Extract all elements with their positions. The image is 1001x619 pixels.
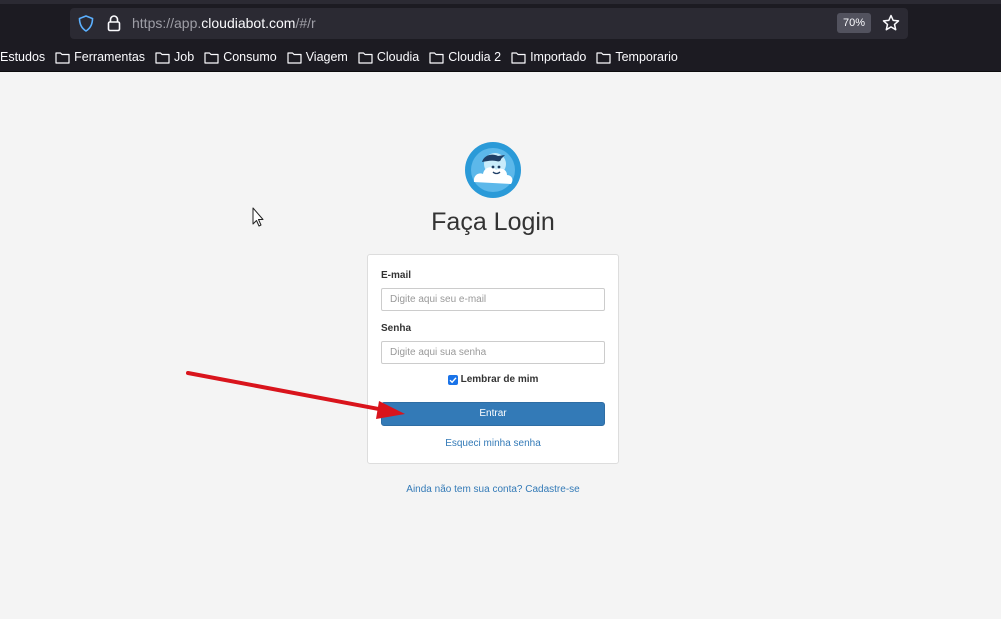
bookmark-label: Temporario	[615, 50, 678, 64]
folder-icon	[358, 51, 373, 64]
bookmark-label: Viagem	[305, 50, 348, 64]
address-bar[interactable]: https://app.cloudiabot.com/#/r 70%	[70, 8, 908, 39]
bookmark-item[interactable]: Consumo	[199, 46, 282, 68]
bookmark-item[interactable]: Importado	[506, 46, 591, 68]
cloudia-logo-icon	[465, 142, 521, 198]
bookmark-label: Consumo	[223, 50, 277, 64]
bookmark-item[interactable]: Cloudia 2	[424, 46, 506, 68]
bookmark-item[interactable]: Estudos	[0, 46, 50, 68]
tab-strip-edge	[0, 0, 1001, 4]
login-form: E-mail Digite aqui seu e-mail Senha Digi…	[367, 254, 619, 464]
bookmark-item[interactable]: Viagem	[282, 46, 353, 68]
bookmark-label: Job	[174, 50, 195, 64]
bookmark-label: Ferramentas	[74, 50, 146, 64]
mouse-cursor-icon	[252, 207, 264, 227]
checkmark-icon	[449, 376, 457, 383]
folder-icon	[287, 51, 302, 64]
url-suffix: /#/r	[295, 15, 316, 31]
toolbar-divider	[0, 71, 1001, 72]
url-text[interactable]: https://app.cloudiabot.com/#/r	[132, 15, 316, 31]
url-prefix: https://app.	[132, 15, 202, 31]
bookmarks-bar: Estudos Ferramentas Job Consumo Viagem Cloudi…	[0, 46, 683, 68]
folder-icon	[511, 51, 526, 64]
forgot-password-link[interactable]: Esqueci minha senha	[368, 438, 618, 449]
bookmark-item[interactable]: Temporario	[591, 46, 683, 68]
bookmark-label: Importado	[530, 50, 587, 64]
email-input[interactable]: Digite aqui seu e-mail	[381, 288, 605, 311]
folder-icon	[155, 51, 170, 64]
password-label: Senha	[381, 323, 412, 334]
bookmark-label: Cloudia 2	[448, 50, 502, 64]
shield-icon[interactable]	[78, 15, 94, 32]
zoom-level-badge[interactable]: 70%	[837, 13, 872, 33]
folder-icon	[55, 51, 70, 64]
bookmark-item[interactable]: Ferramentas	[50, 46, 150, 68]
signup-link[interactable]: Ainda não tem sua conta? Cadastre-se	[367, 484, 619, 495]
bookmark-item[interactable]: Job	[150, 46, 199, 68]
folder-icon	[204, 51, 219, 64]
bookmark-label: Estudos	[0, 50, 46, 64]
folder-icon	[596, 51, 611, 64]
bookmark-item[interactable]: Cloudia	[353, 46, 424, 68]
remember-me-checkbox[interactable]	[447, 374, 458, 385]
login-button[interactable]: Entrar	[381, 402, 605, 426]
bookmark-label: Cloudia	[376, 50, 420, 64]
star-icon[interactable]	[882, 14, 900, 32]
email-label: E-mail	[381, 270, 412, 281]
remember-me-row: Lembrar de mim	[368, 374, 618, 385]
lock-icon[interactable]	[107, 14, 121, 32]
page-title: Faça Login	[431, 208, 555, 236]
password-input[interactable]: Digite aqui sua senha	[381, 341, 605, 364]
remember-me-label: Lembrar de mim	[460, 374, 539, 385]
folder-icon	[429, 51, 444, 64]
browser-toolbar: https://app.cloudiabot.com/#/r 70% Estud…	[0, 0, 1001, 72]
url-domain: cloudiabot.com	[201, 15, 296, 31]
